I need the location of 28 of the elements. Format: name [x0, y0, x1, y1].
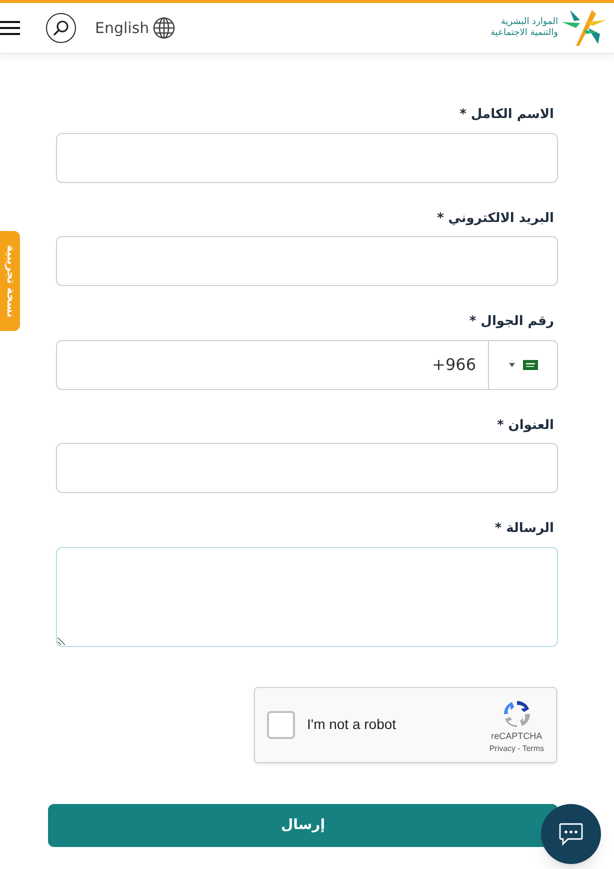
language-button[interactable]: English	[95, 16, 176, 40]
field-label: العنوان *	[496, 416, 555, 434]
terms-link[interactable]: Terms	[522, 743, 544, 756]
menu-icon[interactable]	[0, 20, 20, 36]
search-button[interactable]	[46, 13, 76, 43]
captcha-brand: reCAPTCHA	[491, 730, 542, 743]
input-field[interactable]	[56, 236, 558, 286]
captcha-checkbox[interactable]	[267, 710, 295, 738]
phone-field[interactable]: +966	[56, 340, 558, 390]
globe-icon	[153, 17, 176, 39]
captcha-label: I'm not a robot	[307, 715, 396, 734]
input-field[interactable]	[56, 443, 558, 493]
field-label: الاسم الكامل *	[458, 106, 555, 124]
submit-button[interactable]: إرسال	[48, 804, 558, 846]
field-label: الرسالة *	[494, 520, 555, 538]
message-field[interactable]	[56, 546, 558, 646]
input-field[interactable]	[56, 132, 558, 182]
chat-icon	[558, 821, 584, 847]
privacy-link[interactable]: Privacy	[489, 743, 516, 756]
link-separator: -	[518, 743, 520, 756]
flag-icon	[522, 360, 538, 370]
phone-value: +966	[432, 354, 477, 376]
logo-text: الموارد البشرية والتنمية الاجتماعية	[490, 17, 558, 39]
logo-icon	[562, 8, 606, 48]
search-icon	[52, 19, 70, 37]
caret-icon	[508, 362, 514, 366]
field-label: رقم الجوال *	[468, 313, 555, 331]
field-label: البريد الالكتروني *	[436, 210, 555, 228]
